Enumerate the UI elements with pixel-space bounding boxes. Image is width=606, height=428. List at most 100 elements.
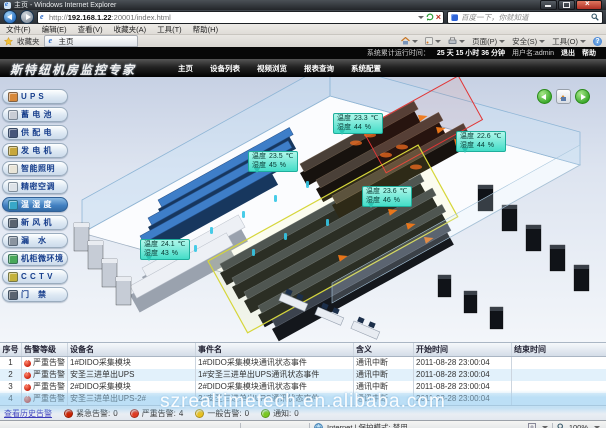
alarm-level-text: 严重告警 bbox=[33, 357, 65, 369]
zoom-icon[interactable] bbox=[557, 423, 565, 428]
table-cell: 通讯中断 bbox=[354, 381, 414, 393]
page-favicon bbox=[40, 14, 47, 21]
command-item[interactable]: 安全(S) bbox=[512, 36, 545, 47]
help-icon[interactable]: ? bbox=[593, 37, 602, 46]
home-icon[interactable] bbox=[401, 37, 418, 45]
sidebar-item[interactable]: 漏 水 bbox=[2, 233, 68, 248]
sidebar-item[interactable]: C C T V bbox=[2, 269, 68, 284]
alarm-table: 序号告警等级设备名事件名含义开始时间结束时间 1严重告警1#DIDO采集模块1#… bbox=[0, 342, 606, 405]
page-nav-item[interactable]: 主页 bbox=[178, 63, 193, 74]
table-row[interactable]: 1严重告警1#DIDO采集模块1#DIDO采集模块通讯状态事件通讯中断2011-… bbox=[0, 357, 606, 369]
sidebar-item[interactable]: 门 禁 bbox=[2, 287, 68, 302]
command-item[interactable]: 工具(O) bbox=[552, 36, 586, 47]
favorites-star-icon[interactable] bbox=[4, 37, 13, 46]
tab-home[interactable]: 主页 bbox=[44, 35, 138, 47]
table-row[interactable]: 2严重告警安圣三进单出UPS1#安圣三进单出UPS通讯状态事件通讯中断2011-… bbox=[0, 369, 606, 381]
column-header: 序号 bbox=[0, 343, 22, 356]
menu-item[interactable]: 工具(T) bbox=[157, 24, 182, 35]
alarm-count: 严重告警: 4 bbox=[130, 408, 184, 419]
temperature-label: 温度 bbox=[366, 188, 380, 197]
favorites-button[interactable]: 收藏夹 bbox=[17, 36, 40, 47]
search-icon[interactable] bbox=[591, 13, 599, 21]
refresh-icon[interactable] bbox=[426, 13, 434, 21]
temperature-row: 温度22.6℃ bbox=[460, 133, 502, 142]
sidebar-item[interactable]: 温 湿 度 bbox=[2, 197, 68, 212]
print-icon[interactable] bbox=[448, 37, 465, 45]
stop-icon[interactable]: × bbox=[436, 13, 441, 22]
alarm-count-value: 0 bbox=[113, 409, 117, 418]
sidebar-item[interactable]: 蓄 电 池 bbox=[2, 107, 68, 122]
sidebar-item-label: 温 湿 度 bbox=[21, 199, 52, 210]
sidebar-item[interactable]: 精密空调 bbox=[2, 179, 68, 194]
generator-icon bbox=[8, 146, 18, 156]
temperature-value: 24.1 bbox=[161, 241, 175, 250]
menu-item[interactable]: 帮助(H) bbox=[193, 24, 218, 35]
page-nav-item[interactable]: 视频浏览 bbox=[257, 63, 287, 74]
maximize-button[interactable] bbox=[558, 0, 575, 10]
sidebar-item-label: 机柜微环境 bbox=[21, 253, 64, 264]
search-engine-icon bbox=[451, 14, 458, 21]
column-header: 结束时间 bbox=[512, 343, 606, 356]
humidity-value: 45 bbox=[269, 162, 277, 171]
status-bar: Internet | 保护模式: 禁用 100% bbox=[0, 420, 606, 428]
menu-item[interactable]: 编辑(E) bbox=[42, 24, 67, 35]
column-header: 告警等级 bbox=[22, 343, 68, 356]
history-alarms-link[interactable]: 查看历史告警 bbox=[4, 408, 52, 419]
table-cell: 安圣三进单出UPS bbox=[68, 369, 196, 381]
page-nav-item[interactable]: 系统配置 bbox=[351, 63, 381, 74]
close-button[interactable] bbox=[576, 0, 602, 10]
table-cell: 严重告警 bbox=[22, 369, 68, 381]
help-link[interactable]: 帮助 bbox=[582, 48, 596, 58]
search-box[interactable]: 百度一下，你就知道 bbox=[447, 11, 603, 24]
logout-link[interactable]: 退出 bbox=[561, 48, 575, 58]
back-button[interactable] bbox=[3, 10, 17, 24]
sidebar-item[interactable]: U P S bbox=[2, 89, 68, 104]
table-cell bbox=[512, 381, 606, 393]
minimize-button[interactable] bbox=[540, 0, 557, 10]
air-conditioner-icon bbox=[8, 182, 18, 192]
table-cell: 3 bbox=[0, 381, 22, 393]
forward-button[interactable] bbox=[20, 10, 34, 24]
sidebar-item[interactable]: 供 配 电 bbox=[2, 125, 68, 140]
url-text[interactable]: http://192.168.1.22:20001/index.html bbox=[49, 13, 414, 22]
table-row[interactable]: 3严重告警2#DIDO采集模块2#DIDO采集模块通讯状态事件通讯中断2011-… bbox=[0, 381, 606, 393]
humidity-row: 湿度44% bbox=[337, 124, 379, 133]
previous-view-button[interactable] bbox=[537, 89, 552, 104]
sidebar-item[interactable]: 新 风 机 bbox=[2, 215, 68, 230]
sidebar-item[interactable]: 机柜微环境 bbox=[2, 251, 68, 266]
page-nav-item[interactable]: 设备列表 bbox=[210, 63, 240, 74]
humidity-unit: % bbox=[280, 162, 286, 171]
browser-window: 主页 - Windows Internet Explorer http://19… bbox=[0, 0, 606, 428]
address-dropdown-icon[interactable] bbox=[418, 16, 424, 22]
compatibility-view-icon[interactable] bbox=[528, 423, 536, 428]
humidity-value: 44 bbox=[354, 124, 362, 133]
sidebar-item[interactable]: 发 电 机 bbox=[2, 143, 68, 158]
chevron-down-icon bbox=[580, 40, 586, 46]
menu-item[interactable]: 收藏夹(A) bbox=[114, 24, 147, 35]
humidity-unit: % bbox=[488, 142, 494, 151]
menu-item[interactable]: 查看(V) bbox=[78, 24, 103, 35]
command-item[interactable]: 页面(P) bbox=[472, 36, 505, 47]
next-view-button[interactable] bbox=[575, 89, 590, 104]
runtime-value: 25 天 15 小时 36 分钟 bbox=[437, 48, 505, 58]
sidebar-item[interactable]: 智能照明 bbox=[2, 161, 68, 176]
page-nav-item[interactable]: 报表查询 bbox=[304, 63, 334, 74]
alarm-counts: 紧急告警: 0严重告警: 4一般告警: 0通知: 0 bbox=[64, 408, 299, 419]
table-cell: 2011-08-28 23:00:04 bbox=[414, 393, 512, 405]
alarm-count: 紧急告警: 0 bbox=[64, 408, 118, 419]
temperature-unit: ℃ bbox=[286, 153, 294, 162]
menu-item[interactable]: 文件(F) bbox=[6, 24, 31, 35]
temperature-label: 温度 bbox=[460, 133, 474, 142]
humidity-label: 湿度 bbox=[460, 142, 474, 151]
home-view-button[interactable] bbox=[556, 89, 571, 104]
temperature-value: 23.3 bbox=[354, 115, 368, 124]
humidity-row: 湿度46% bbox=[366, 197, 408, 206]
table-row[interactable]: 4严重告警安圣三进单出UPS-2#2#安圣三进单出UPS通讯状态事件通讯中断20… bbox=[0, 393, 606, 405]
sidebar-item-label: U P S bbox=[21, 92, 44, 101]
feeds-icon[interactable] bbox=[425, 37, 441, 45]
address-bar[interactable]: http://192.168.1.22:20001/index.html × bbox=[37, 11, 444, 24]
search-input[interactable]: 百度一下，你就知道 bbox=[461, 12, 588, 23]
zoom-level-text[interactable]: 100% bbox=[569, 423, 588, 428]
alarm-level-text: 严重告警 bbox=[33, 369, 65, 381]
temperature-label: 温度 bbox=[252, 153, 266, 162]
